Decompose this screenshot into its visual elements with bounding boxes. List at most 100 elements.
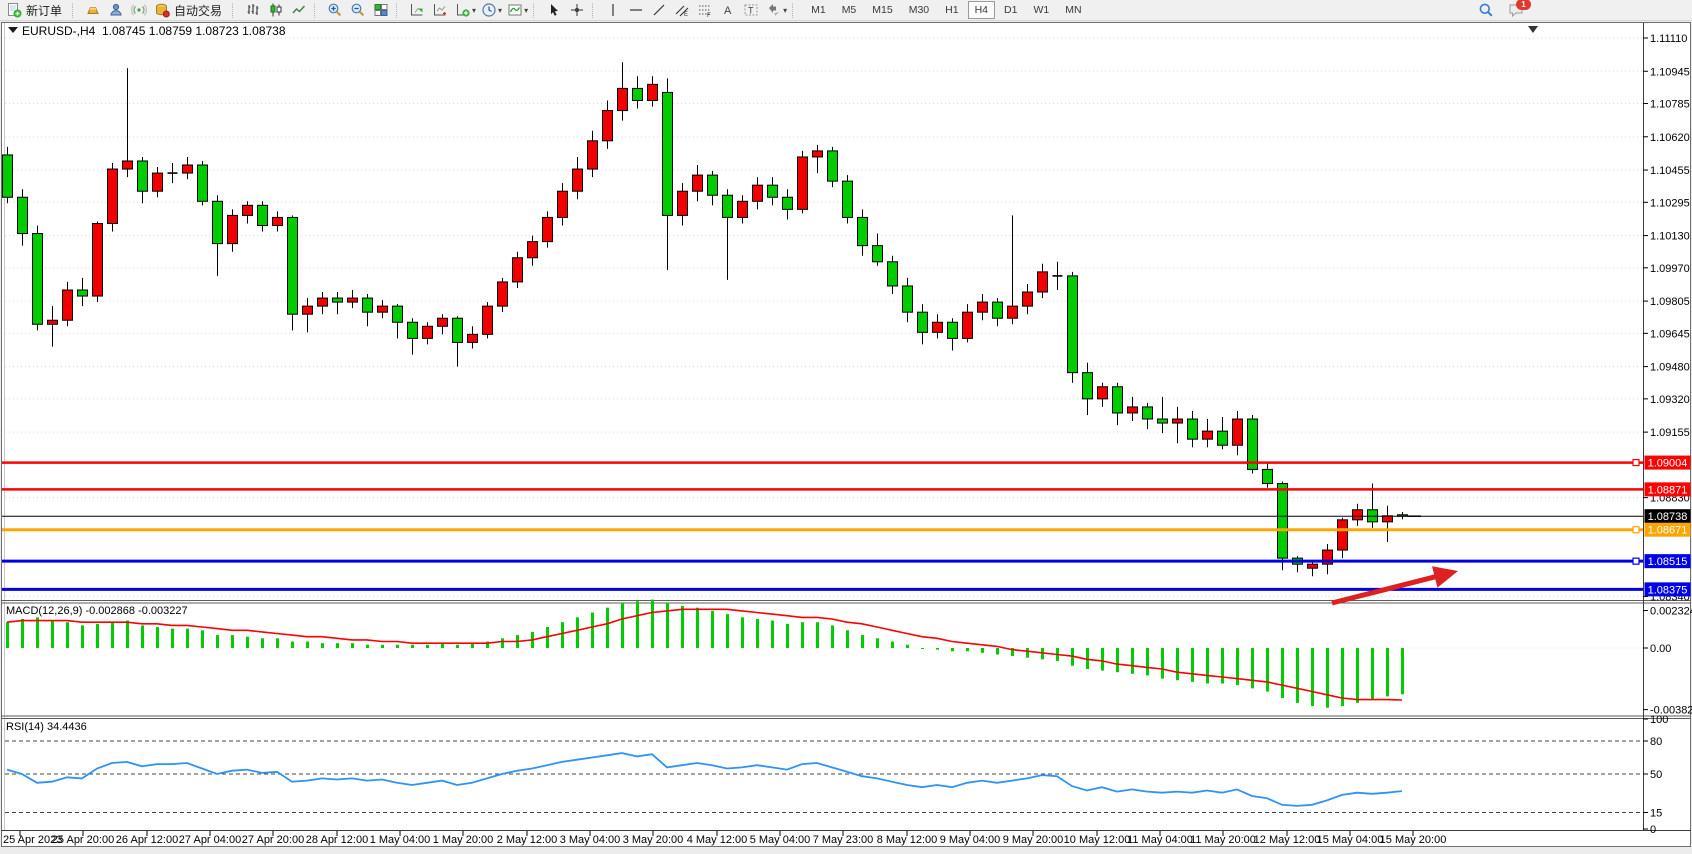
hline-handle[interactable] <box>1633 460 1639 466</box>
candle <box>333 298 343 302</box>
periods-clock-icon[interactable] <box>477 0 500 21</box>
candle <box>513 258 523 282</box>
zoom-in-icon[interactable] <box>323 0 346 21</box>
candle <box>873 246 883 262</box>
macd-bar <box>156 627 159 648</box>
candle <box>363 298 373 312</box>
market-watch-icon[interactable] <box>81 0 104 21</box>
channel-tool-icon[interactable]: E <box>670 0 693 21</box>
candle <box>33 234 43 325</box>
time-label: 15 May 20:00 <box>1380 834 1447 846</box>
timeframe-mn[interactable]: MN <box>1058 1 1088 19</box>
candle <box>153 173 163 191</box>
candle <box>18 197 28 233</box>
candle <box>183 165 193 173</box>
macd-bar <box>111 622 114 648</box>
macd-bar <box>201 630 204 648</box>
horizontal-line-tool-icon[interactable] <box>624 0 647 21</box>
candle <box>543 217 553 241</box>
price-tick-label: 1.09155 <box>1650 427 1690 439</box>
cursor-icon[interactable] <box>542 0 565 21</box>
macd-bar <box>756 619 759 648</box>
candle <box>108 169 118 223</box>
macd-bar <box>21 619 24 648</box>
line-chart-type-icon[interactable] <box>287 0 310 21</box>
new-chart-icon[interactable] <box>405 0 428 21</box>
price-tick-label: 1.10130 <box>1650 231 1690 243</box>
new-order-icon[interactable] <box>2 0 25 21</box>
timeframe-m15[interactable]: M15 <box>865 1 899 19</box>
candle <box>933 322 943 332</box>
candle <box>198 165 208 201</box>
new-order-label[interactable]: 新订单 <box>26 2 62 19</box>
candle <box>813 151 823 157</box>
timeframe-m1[interactable]: M1 <box>804 1 833 19</box>
data-window-icon[interactable] <box>104 0 127 21</box>
timeframe-h4[interactable]: H4 <box>968 1 995 19</box>
indicators-caret[interactable]: ▾ <box>472 6 476 15</box>
toolbar-separator <box>592 3 598 18</box>
candle <box>438 318 448 326</box>
macd-bar <box>876 638 879 648</box>
price-label-box-text: 1.09004 <box>1648 458 1688 470</box>
candle <box>1158 419 1168 423</box>
candle <box>903 286 913 312</box>
macd-bar <box>1116 648 1119 672</box>
templates-caret[interactable]: ▾ <box>524 6 528 15</box>
notifications-icon[interactable]: 1 <box>1505 1 1527 20</box>
time-label: 11 May 20:00 <box>1190 834 1256 846</box>
label-tool-icon[interactable]: T <box>739 0 762 21</box>
trendline-tool-icon[interactable] <box>647 0 670 21</box>
arrows-caret[interactable]: ▾ <box>783 6 787 15</box>
hline-handle[interactable] <box>1633 527 1639 533</box>
timeframe-w1[interactable]: W1 <box>1026 1 1056 19</box>
candle <box>1008 306 1018 318</box>
zoom-out-icon[interactable] <box>346 0 369 21</box>
candle <box>1263 469 1273 483</box>
tile-windows-icon[interactable] <box>369 0 392 21</box>
timeframe-m30[interactable]: M30 <box>902 1 936 19</box>
autotrade-label[interactable]: 自动交易 <box>174 2 222 19</box>
macd-bar <box>411 645 414 648</box>
candle <box>1173 419 1183 423</box>
price-tick-label: 1.09480 <box>1650 362 1690 374</box>
macd-bar <box>636 601 639 648</box>
chart-shift-icon[interactable] <box>428 0 451 21</box>
templates-icon[interactable] <box>503 0 526 21</box>
candlestick-type-icon[interactable] <box>264 0 287 21</box>
timeframe-d1[interactable]: D1 <box>997 1 1024 19</box>
macd-bar <box>1251 648 1254 688</box>
timeframe-h1[interactable]: H1 <box>938 1 965 19</box>
macd-bar <box>66 622 69 648</box>
vertical-line-tool-icon[interactable] <box>601 0 624 21</box>
text-tool-icon[interactable]: A <box>716 0 739 21</box>
macd-bar <box>711 611 714 648</box>
candle <box>1023 292 1033 306</box>
notification-badge: 1 <box>1516 0 1531 10</box>
candle <box>1203 431 1213 439</box>
timeframe-m5[interactable]: M5 <box>835 1 864 19</box>
fibonacci-tool-icon[interactable]: F <box>693 0 716 21</box>
macd-bar <box>321 643 324 648</box>
autotrade-icon[interactable] <box>150 0 173 21</box>
hline-handle[interactable] <box>1633 558 1639 564</box>
bar-chart-type-icon[interactable] <box>241 0 264 21</box>
crosshair-icon[interactable] <box>565 0 588 21</box>
macd-bar <box>366 645 369 648</box>
toolbar: 新订单 自动交易 <box>0 0 1692 21</box>
periods-caret[interactable]: ▾ <box>498 6 502 15</box>
rsi-level-label: 50 <box>1650 769 1662 781</box>
macd-bar <box>1146 648 1149 675</box>
candle <box>798 157 808 209</box>
macd-bar <box>261 638 264 648</box>
chart-canvas[interactable]: 1.111101.109451.107851.106201.104551.102… <box>0 0 1692 854</box>
search-icon[interactable] <box>1474 0 1497 21</box>
candle <box>528 242 538 258</box>
price-tick-label: 1.10785 <box>1650 99 1690 111</box>
toolbar-separator <box>314 3 320 18</box>
time-label: 4 May 12:00 <box>687 834 748 846</box>
arrows-tool-icon[interactable] <box>762 0 785 21</box>
signal-icon[interactable] <box>127 0 150 21</box>
indicators-icon[interactable] <box>451 0 474 21</box>
macd-bar <box>216 635 219 648</box>
